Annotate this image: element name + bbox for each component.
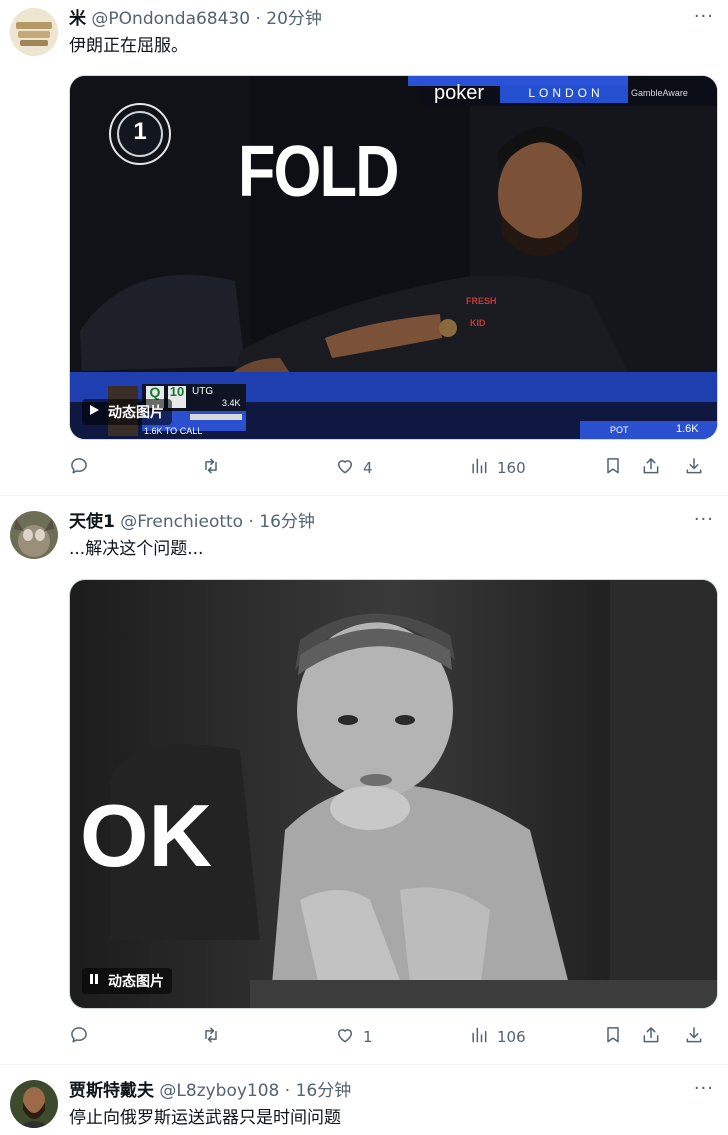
avatar-image	[10, 1080, 58, 1128]
reply-button[interactable]	[69, 1025, 97, 1049]
retweet-icon	[201, 1025, 221, 1049]
views-icon	[469, 1025, 489, 1049]
more-icon[interactable]: ···	[694, 1078, 714, 1099]
gif-label: 动态图片	[108, 974, 164, 990]
svg-text:FRESH: FRESH	[466, 296, 497, 306]
timestamp[interactable]: 20分钟	[266, 9, 322, 29]
views-button[interactable]: 160	[469, 456, 526, 480]
avatar-image	[10, 511, 58, 559]
views-icon	[469, 456, 489, 480]
like-count: 4	[363, 459, 373, 477]
play-icon	[88, 404, 100, 420]
tweet-actions: 4 160	[69, 456, 716, 480]
gif-pause-badge[interactable]: 动态图片	[82, 968, 172, 994]
separator-dot: ·	[284, 1081, 291, 1101]
pot-label: POT	[610, 425, 629, 435]
bookmark-button[interactable]	[603, 1025, 623, 1049]
display-name[interactable]: 米	[69, 9, 86, 29]
tweet-header: 贾斯特戴夫 @L8zyboy108 · 16分钟	[69, 1080, 351, 1102]
headline-text: FOLD	[238, 132, 399, 212]
retweet-button[interactable]	[201, 456, 229, 480]
emblem-number: 1	[133, 118, 147, 145]
headline-text: OK	[80, 786, 212, 885]
pot-value: 1.6K	[676, 423, 699, 435]
download-button[interactable]	[684, 456, 704, 480]
more-icon[interactable]: ···	[694, 509, 714, 530]
user-handle[interactable]: @POndonda68430	[91, 9, 250, 29]
to-call-label: 1.6K TO CALL	[144, 426, 203, 436]
stack-value: 3.4K	[222, 398, 241, 408]
tweet-text: 伊朗正在屈服。	[69, 36, 188, 56]
like-icon	[335, 456, 355, 480]
views-count: 106	[497, 1028, 526, 1046]
tweet-text: 停止向俄罗斯运送武器只是时间问题	[69, 1108, 341, 1128]
separator-dot: ·	[248, 512, 254, 532]
user-handle[interactable]: @L8zyboy108	[159, 1081, 279, 1101]
display-name[interactable]: 天使1	[69, 512, 115, 532]
tweet-text: ...解决这个问题...	[69, 539, 204, 559]
tweet-divider	[0, 1064, 728, 1065]
gif-play-badge[interactable]: 动态图片	[82, 399, 172, 425]
tweet-media-gif[interactable]: OK 动态图片	[69, 579, 718, 1009]
share-button[interactable]	[641, 1025, 661, 1049]
views-count: 160	[497, 459, 526, 477]
tweet-media-gif[interactable]: FRESH KID 1 FOLD poker LONDON GambleAwar…	[69, 75, 718, 440]
tweet[interactable]: 贾斯特戴夫 @L8zyboy108 · 16分钟 ··· 停止向俄罗斯运送武器只…	[0, 1072, 728, 1135]
avatar[interactable]	[10, 8, 58, 56]
share-icon	[641, 1025, 661, 1049]
svg-text:KID: KID	[470, 318, 486, 328]
card-right: 10	[169, 384, 185, 399]
sponsor-text: GambleAware	[631, 88, 688, 98]
share-icon	[641, 456, 661, 480]
download-icon	[684, 1025, 704, 1049]
like-button[interactable]: 4	[335, 456, 373, 480]
like-icon	[335, 1025, 355, 1049]
poker-city: LONDON	[528, 86, 604, 100]
user-handle[interactable]: @Frenchieotto	[120, 512, 243, 532]
avatar-image	[10, 8, 58, 56]
reply-icon	[69, 456, 89, 480]
display-name[interactable]: 贾斯特戴夫	[69, 1081, 154, 1101]
seat-label: UTG	[192, 386, 214, 397]
bookmark-icon	[603, 1025, 623, 1049]
like-button[interactable]: 1	[335, 1025, 373, 1049]
tweet-divider	[0, 495, 728, 496]
share-button[interactable]	[641, 456, 661, 480]
more-icon[interactable]: ···	[694, 6, 714, 27]
views-button[interactable]: 106	[469, 1025, 526, 1049]
bookmark-button[interactable]	[603, 456, 623, 480]
bookmark-icon	[603, 456, 623, 480]
retweet-button[interactable]	[201, 1025, 229, 1049]
avatar[interactable]	[10, 511, 58, 559]
tweet-header: 米 @POndonda68430 · 20分钟	[69, 8, 322, 30]
tweet-actions: 1 106	[69, 1025, 716, 1049]
timestamp[interactable]: 16分钟	[259, 512, 315, 532]
retweet-icon	[201, 456, 221, 480]
gif-label: 动态图片	[108, 405, 164, 421]
reply-icon	[69, 1025, 89, 1049]
download-button[interactable]	[684, 1025, 704, 1049]
avatar[interactable]	[10, 1080, 58, 1128]
separator-dot: ·	[255, 9, 261, 29]
tweet-header: 天使1 @Frenchieotto · 16分钟	[69, 511, 315, 533]
like-count: 1	[363, 1028, 373, 1046]
poker-brand: poker	[434, 82, 485, 104]
download-icon	[684, 456, 704, 480]
reply-button[interactable]	[69, 456, 97, 480]
pause-icon	[88, 973, 100, 989]
timestamp[interactable]: 16分钟	[296, 1081, 352, 1101]
card-left: Q	[149, 384, 161, 400]
